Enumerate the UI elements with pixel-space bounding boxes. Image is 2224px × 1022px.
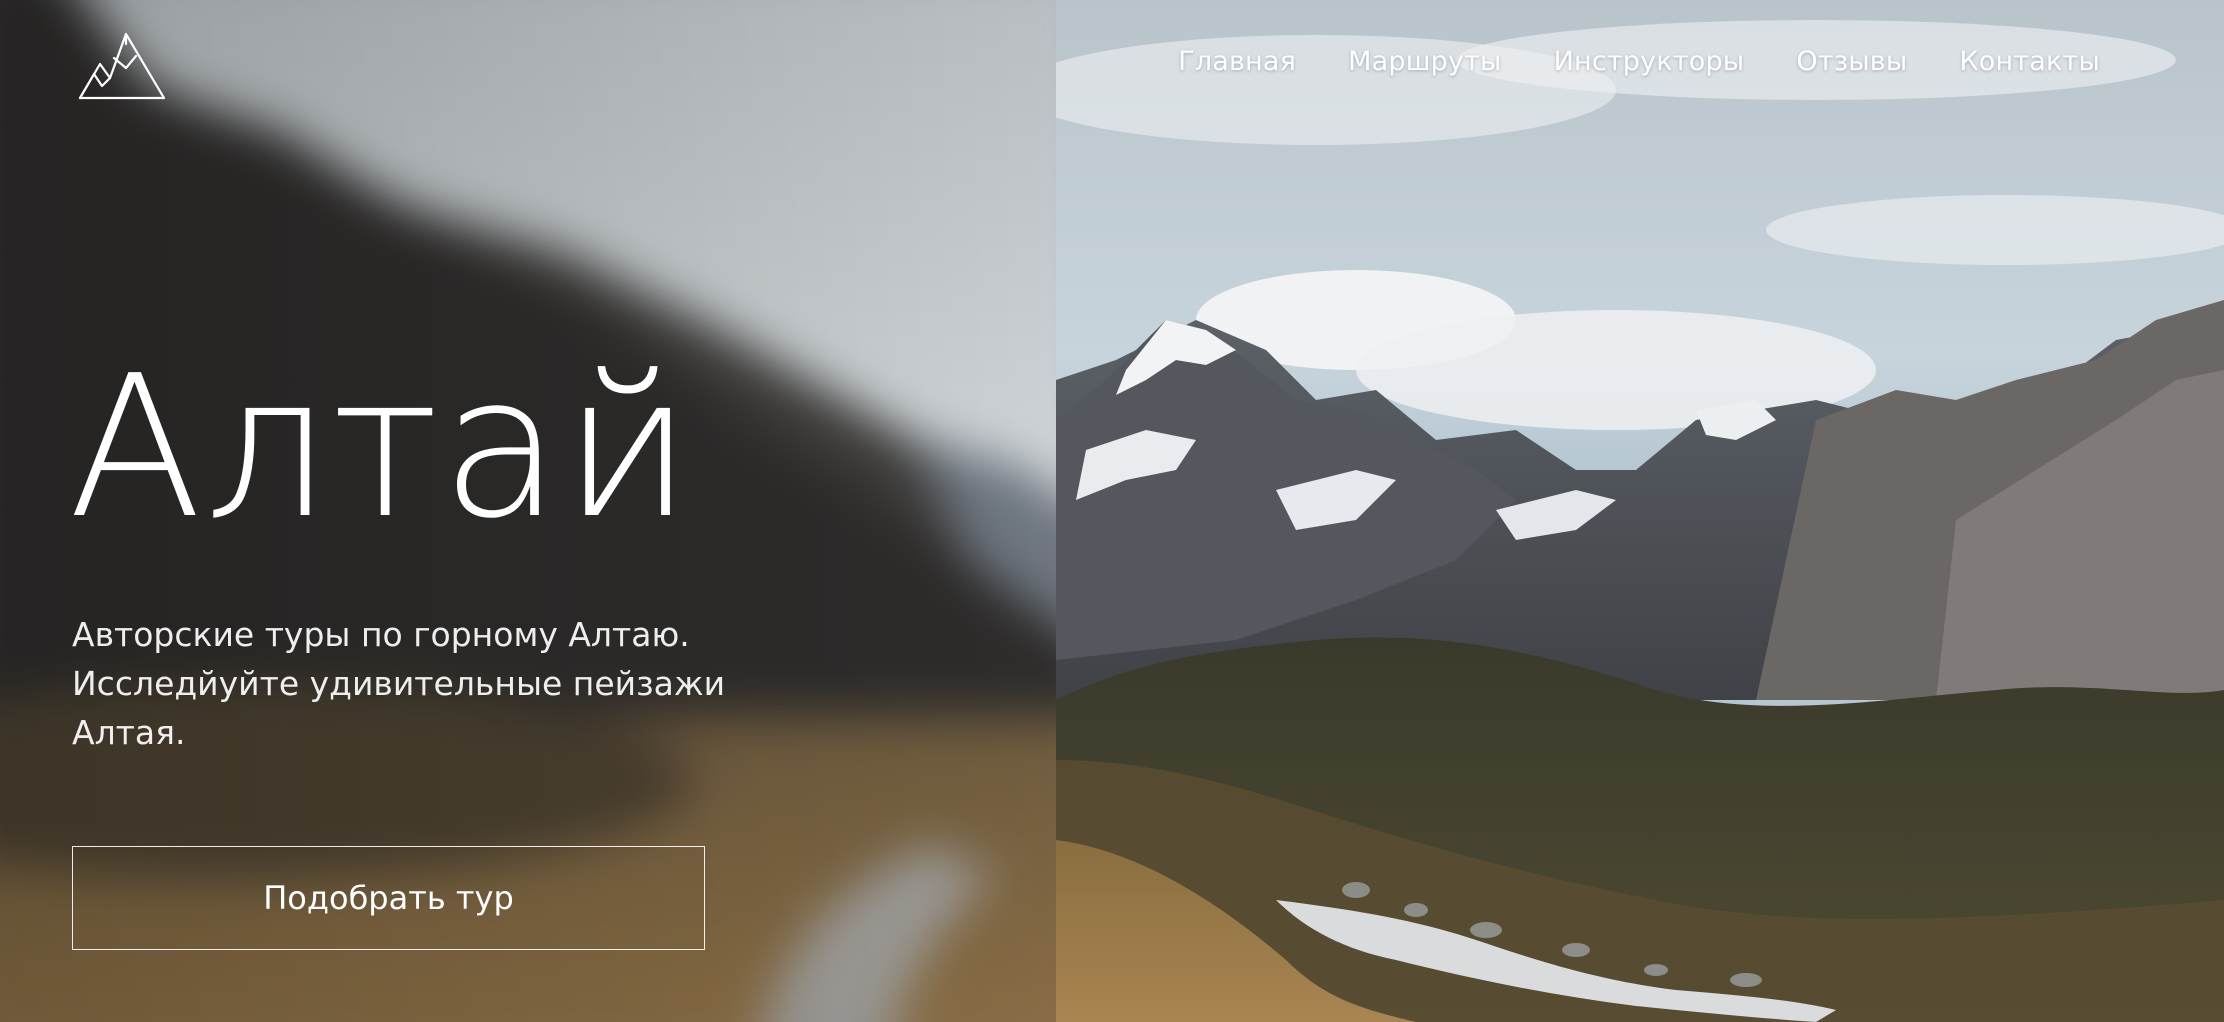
nav-link-routes[interactable]: Маршруты <box>1348 46 1501 77</box>
hero-subtitle: Авторские туры по горному Алтаю. Исследй… <box>72 615 726 752</box>
mountain-landscape-photo <box>1056 0 2224 1022</box>
hero-right-photo <box>1056 0 2224 1022</box>
nav-link-reviews[interactable]: Отзывы <box>1796 46 1907 77</box>
nav-link-instructors[interactable]: Инструкторы <box>1554 46 1745 77</box>
mountains-logo-icon[interactable] <box>76 30 168 102</box>
hero-title: Алтай <box>68 334 695 562</box>
pick-tour-button[interactable]: Подобрать тур <box>72 846 705 950</box>
nav-link-home[interactable]: Главная <box>1178 46 1296 77</box>
main-navigation: Главная Маршруты Инструкторы Отзывы Конт… <box>1178 46 2100 77</box>
nav-link-contacts[interactable]: Контакты <box>1959 46 2100 77</box>
